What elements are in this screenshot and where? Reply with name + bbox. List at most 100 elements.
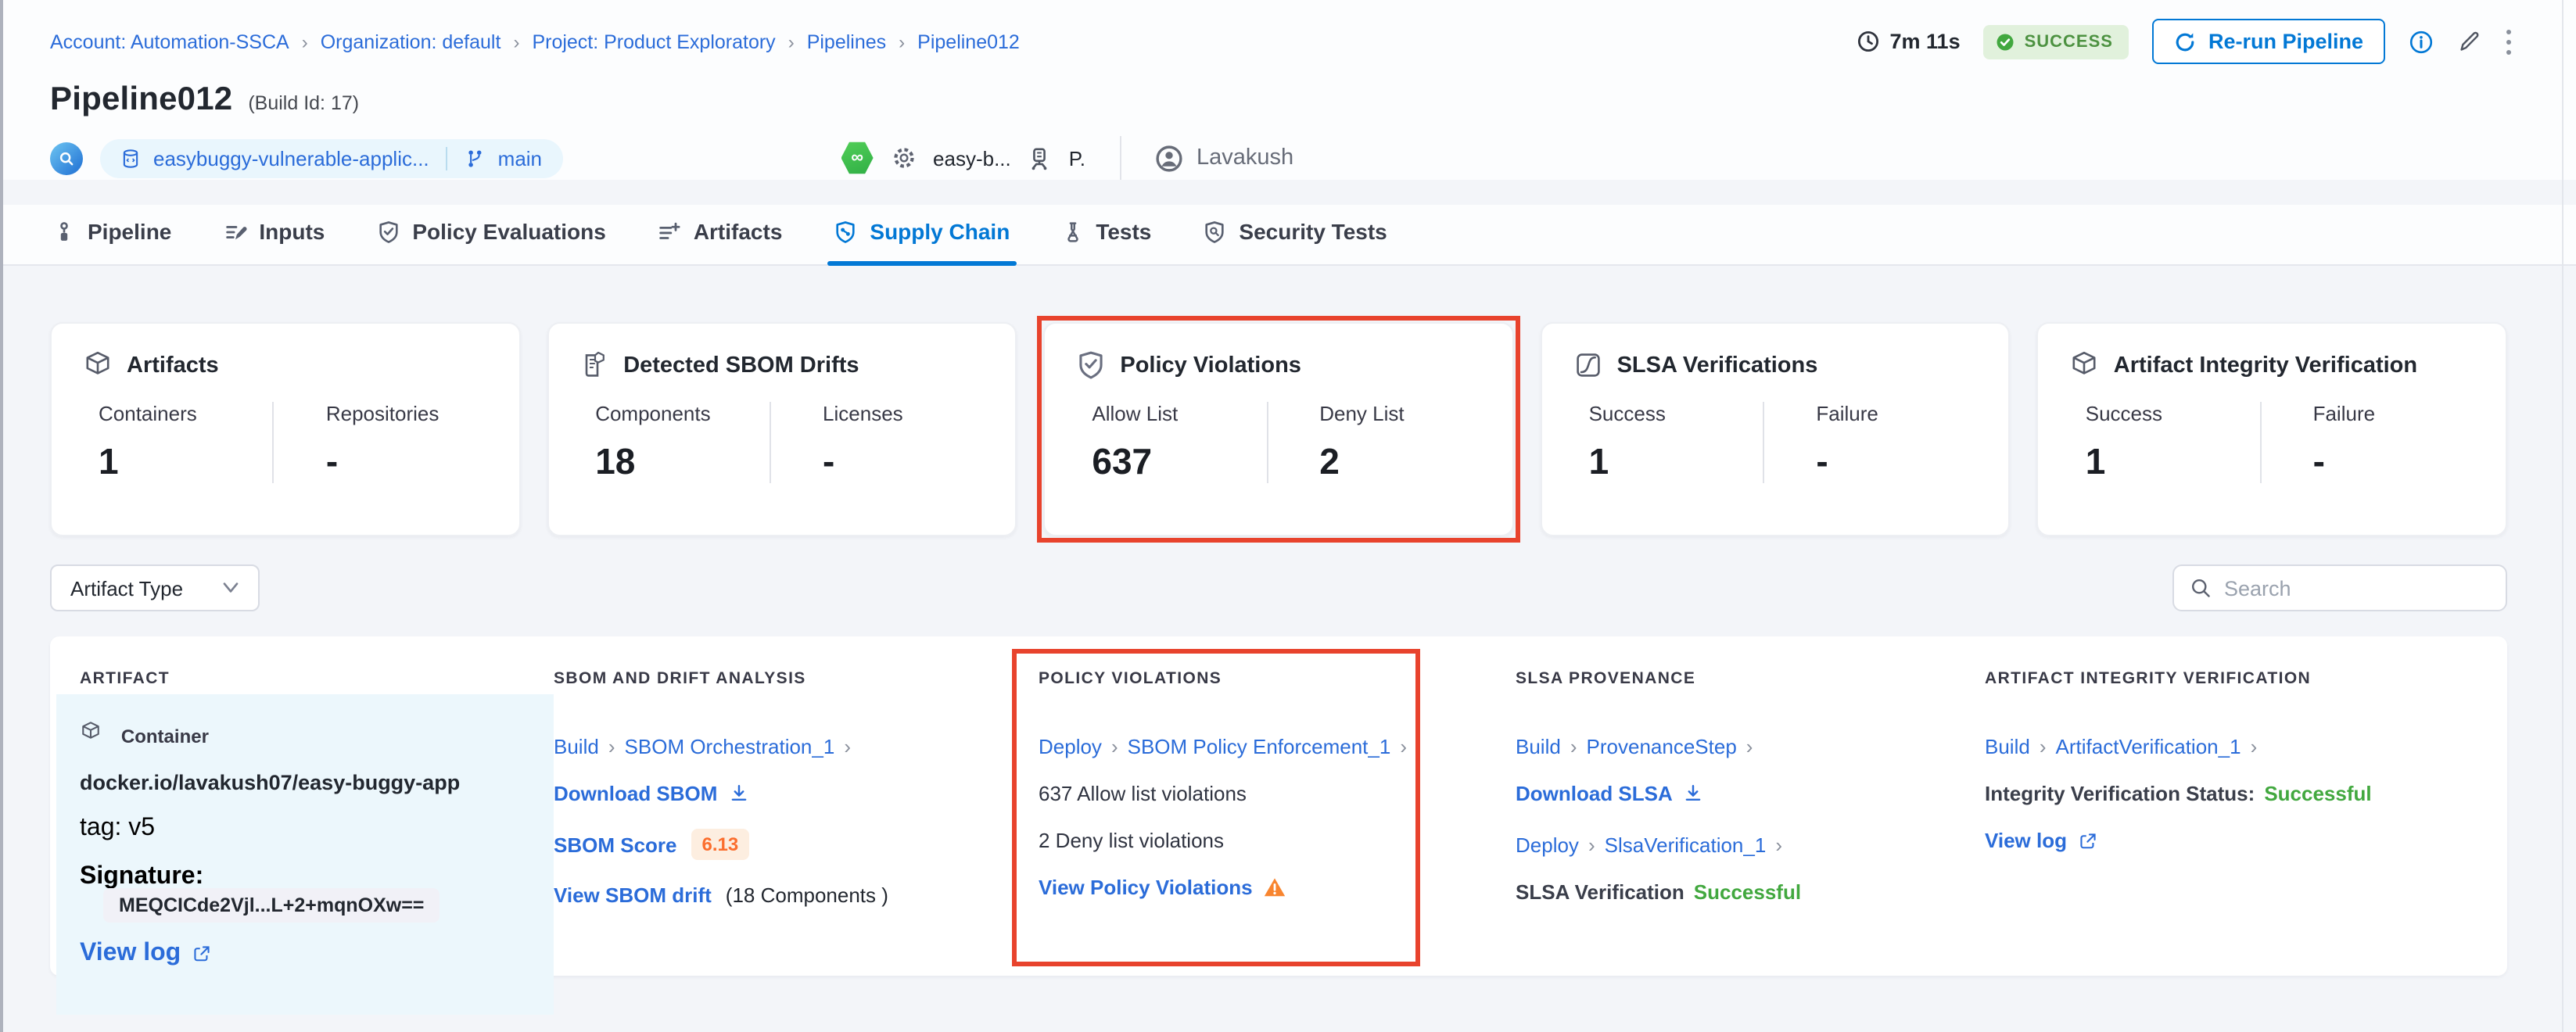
page-title: Pipeline012 <box>50 81 232 119</box>
download-sbom-link[interactable]: Download SBOM <box>554 782 748 805</box>
execution-tabs: Pipeline Inputs Policy Evaluations Artif… <box>3 205 2576 266</box>
slsa-provenance-breadcrumb: Build› ProvenanceStep› <box>1516 735 1985 758</box>
breadcrumb-separator: › <box>513 30 519 52</box>
tab-pipeline[interactable]: Pipeline <box>50 205 174 264</box>
policy-stage-link[interactable]: Deploy <box>1039 735 1102 758</box>
warning-icon <box>1264 877 1286 898</box>
external-link-icon <box>192 944 210 963</box>
artifact-type-dropdown[interactable]: Artifact Type <box>50 564 260 611</box>
allow-list-violations: 637 Allow list violations <box>1039 782 1516 805</box>
supply-chain-page: Account: Automation-SSCA › Organization: … <box>0 0 2576 1032</box>
repo-chip[interactable]: easybuggy-vulnerable-applic... main <box>100 138 562 177</box>
build-id: (Build Id: 17) <box>248 92 359 114</box>
integrity-status-value: Successful <box>2264 782 2371 805</box>
policy-violations-cell: Deploy› SBOM Policy Enforcement_1› 637 A… <box>1039 688 1516 1021</box>
search-box <box>2172 564 2507 611</box>
trigger-pipeline-name[interactable]: easy-b... <box>933 146 1011 170</box>
artifact-type-label: Container <box>121 726 209 747</box>
view-log-link[interactable]: View log <box>80 940 210 968</box>
policy-step-breadcrumb: Deploy› SBOM Policy Enforcement_1› <box>1039 735 1516 758</box>
view-log-link[interactable]: View log <box>1985 829 2097 852</box>
integrity-stage-link[interactable]: Build <box>1985 735 2030 758</box>
view-policy-violations-link[interactable]: View Policy Violations <box>1039 876 1286 899</box>
artifact-cell: Container docker.io/lavakush07/easy-bugg… <box>56 694 554 1015</box>
stat-integrity-success: Success 1 <box>2070 402 2260 483</box>
card-slsa-verifications: SLSA Verifications Success 1 Failure - <box>1541 322 2011 536</box>
pipeline-icon <box>53 220 75 243</box>
breadcrumb-account[interactable]: Account: Automation-SSCA <box>50 30 289 52</box>
breadcrumb-project[interactable]: Project: Product Exploratory <box>532 30 775 52</box>
signature-value[interactable]: MEQCICde2Vjl...L+2+mqnOXw== <box>103 888 439 923</box>
external-link-icon <box>2078 831 2097 850</box>
sbom-step-breadcrumb: Build› SBOM Orchestration_1› <box>554 735 1039 758</box>
slsa-step2-link[interactable]: SlsaVerification_1 <box>1605 833 1767 857</box>
shield-check-icon <box>1076 350 1106 380</box>
breadcrumb-pipeline012[interactable]: Pipeline012 <box>917 30 1020 52</box>
flask-icon <box>1061 220 1083 243</box>
edit-icon[interactable] <box>2457 30 2481 53</box>
branch-label: main <box>498 146 542 170</box>
info-icon[interactable] <box>2409 29 2434 54</box>
breadcrumb-pipelines[interactable]: Pipelines <box>807 30 886 52</box>
stat-integrity-failure: Failure - <box>2260 402 2474 483</box>
supply-chain-content: Artifacts Containers 1 Repositories - <box>3 322 2576 976</box>
sbom-score-link[interactable]: SBOM Score <box>554 833 677 856</box>
chevron-down-icon <box>222 582 239 594</box>
column-header-artifact: ARTIFACT <box>50 669 554 688</box>
breadcrumb-separator: › <box>788 30 795 52</box>
breadcrumb: Account: Automation-SSCA › Organization: … <box>50 30 1020 52</box>
policy-step-link[interactable]: SBOM Policy Enforcement_1 <box>1128 735 1391 758</box>
tab-tests[interactable]: Tests <box>1058 205 1154 264</box>
git-branch-icon <box>465 148 486 168</box>
slsa-verification-label: SLSA Verification <box>1516 880 1684 904</box>
slsa-provenance-cell: Build› ProvenanceStep› Download SLSA Dep… <box>1516 688 1985 1021</box>
trigger-info: ∞ easy-b... P. <box>841 141 1085 175</box>
tab-artifacts[interactable]: Artifacts <box>655 205 786 264</box>
stat-licenses: Licenses - <box>770 402 984 483</box>
stat-allow-list: Allow List 637 <box>1076 402 1266 483</box>
column-header-slsa-provenance: SLSA PROVENANCE <box>1516 669 1985 688</box>
tab-security-tests[interactable]: Security Tests <box>1200 205 1390 264</box>
slsa-verification-breadcrumb: Deploy› SlsaVerification_1› <box>1516 833 1985 857</box>
breadcrumb-organization[interactable]: Organization: default <box>321 30 501 52</box>
rerun-pipeline-button[interactable]: Re-run Pipeline <box>2152 19 2385 64</box>
refresh-icon <box>2174 30 2196 52</box>
download-icon <box>1684 783 1704 804</box>
view-sbom-drift-link[interactable]: View SBOM drift <box>554 883 712 907</box>
user-name: Lavakush <box>1197 145 1293 170</box>
stat-components: Components 18 <box>579 402 770 483</box>
download-slsa-link[interactable]: Download SLSA <box>1516 782 1704 805</box>
repo-name: easybuggy-vulnerable-applic... <box>153 146 429 170</box>
slsa-stage1-link[interactable]: Build <box>1516 735 1561 758</box>
cube-icon <box>2070 350 2100 380</box>
tab-supply-chain[interactable]: Supply Chain <box>831 205 1013 264</box>
search-input[interactable] <box>2224 576 2490 600</box>
top-bar: Account: Automation-SSCA › Organization: … <box>3 0 2576 180</box>
table-row: Container docker.io/lavakush07/easy-bugg… <box>50 688 2507 952</box>
summary-cards: Artifacts Containers 1 Repositories - <box>50 322 2507 536</box>
shield-check-icon <box>376 220 400 243</box>
clock-icon <box>1857 30 1881 53</box>
sbom-step-link[interactable]: SBOM Orchestration_1 <box>625 735 835 758</box>
slsa-icon <box>1573 350 1603 380</box>
stat-slsa-failure: Failure - <box>1763 402 1977 483</box>
list-plus-icon <box>658 220 681 243</box>
download-icon <box>728 783 748 804</box>
card-artifacts: Artifacts Containers 1 Repositories - <box>50 322 520 536</box>
status-badge: SUCCESS <box>1984 24 2129 59</box>
stat-repositories: Repositories - <box>273 402 487 483</box>
slsa-step1-link[interactable]: ProvenanceStep <box>1587 735 1737 758</box>
tab-policy-evaluations[interactable]: Policy Evaluations <box>373 205 608 264</box>
card-artifact-integrity: Artifact Integrity Verification Success … <box>2037 322 2507 536</box>
build-module-icon <box>50 142 83 174</box>
artifact-tag: tag: v5 <box>80 815 530 843</box>
column-header-policy-violations: POLICY VIOLATIONS <box>1039 669 1516 688</box>
tab-inputs[interactable]: Inputs <box>220 205 328 264</box>
repository-icon <box>120 148 141 168</box>
integrity-step-link[interactable]: ArtifactVerification_1 <box>2056 735 2241 758</box>
gear-icon <box>891 145 916 170</box>
slsa-stage2-link[interactable]: Deploy <box>1516 833 1579 857</box>
sbom-stage-link[interactable]: Build <box>554 735 599 758</box>
stage-icon <box>1028 146 1052 170</box>
more-options-icon[interactable] <box>2504 27 2513 56</box>
